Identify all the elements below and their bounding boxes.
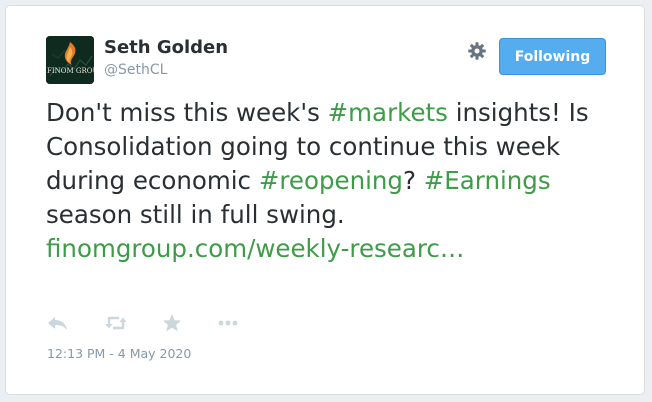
hashtag-link[interactable]: #Earnings [424, 166, 551, 195]
hashtag-link[interactable]: #markets [328, 98, 448, 127]
tweet-card: FINOM GROUP Seth Golden @SethCL Followin… [5, 5, 645, 395]
url-link[interactable]: finomgroup.com/weekly-researc… [46, 234, 464, 263]
tweet-text-segment: season still in full swing. [46, 200, 345, 229]
retweet-icon[interactable] [104, 312, 128, 334]
user-name[interactable]: Seth Golden [104, 37, 228, 58]
avatar[interactable]: FINOM GROUP [46, 36, 94, 84]
tweet-text: Don't miss this week's #markets insights… [46, 96, 616, 266]
tweet-text-segment: Don't miss this week's [46, 98, 328, 127]
following-button[interactable]: Following [499, 38, 606, 75]
finom-logo-icon [46, 36, 94, 84]
tweet-timestamp[interactable]: 12:13 PM - 4 May 2020 [47, 346, 191, 361]
user-handle[interactable]: @SethCL [104, 62, 167, 78]
tweet-text-segment: ? [402, 166, 424, 195]
hashtag-link[interactable]: #reopening [259, 166, 403, 195]
more-icon[interactable] [216, 312, 240, 334]
reply-icon[interactable] [46, 312, 70, 334]
favorite-icon[interactable] [160, 312, 184, 334]
avatar-logo-text: FINOM GROUP [47, 67, 94, 75]
gear-icon[interactable] [467, 41, 487, 61]
